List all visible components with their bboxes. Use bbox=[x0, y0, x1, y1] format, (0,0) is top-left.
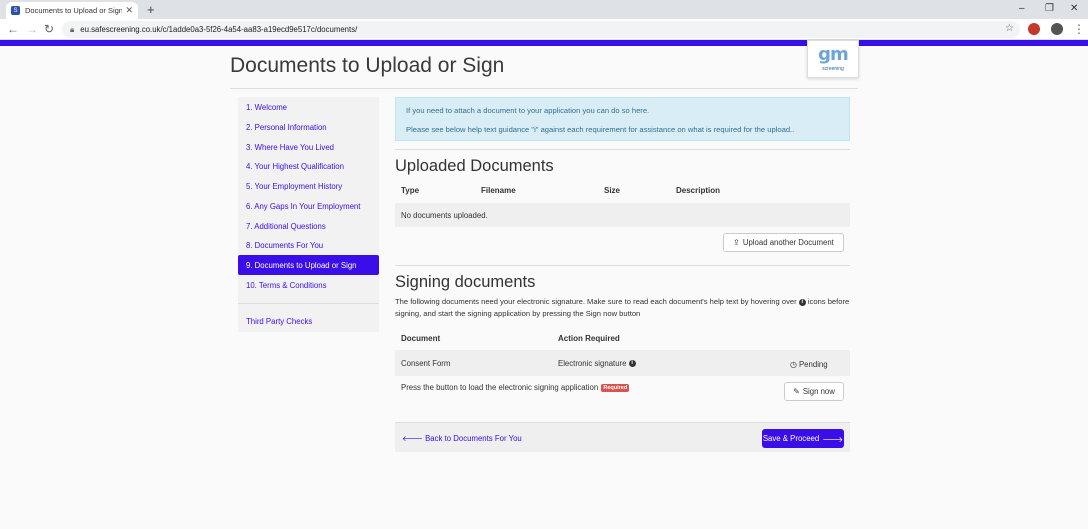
signing-description: The following documents need your electr… bbox=[395, 296, 850, 320]
column-header-document: Document bbox=[401, 334, 441, 343]
divider bbox=[395, 265, 850, 266]
edit-icon: ✎ bbox=[793, 387, 800, 396]
site-favicon-icon: S bbox=[11, 6, 20, 15]
required-badge: Required bbox=[601, 383, 630, 392]
browser-menu-icon[interactable]: ⋮ bbox=[1073, 22, 1085, 36]
save-proceed-label: Save & Proceed bbox=[762, 434, 820, 443]
logo-mark: gm bbox=[818, 44, 849, 65]
sidebar-item-employment-gaps[interactable]: 6. Any Gaps In Your Employment bbox=[238, 196, 379, 216]
save-and-proceed-button[interactable]: Save & Proceed 🡒 bbox=[762, 429, 844, 448]
url-field[interactable]: 🔒︎ eu.safescreening.co.uk/c/1adde0a3-5f2… bbox=[62, 21, 1020, 38]
sidebar-item-third-party-checks[interactable]: Third Party Checks bbox=[238, 311, 379, 331]
extension-icon[interactable] bbox=[1028, 23, 1040, 35]
logo-subtitle: screening bbox=[822, 66, 844, 72]
url-text: eu.safescreening.co.uk/c/1adde0a3-5f26-4… bbox=[80, 25, 358, 34]
sidebar-item-documents-for-you[interactable]: 8. Documents For You bbox=[238, 235, 379, 255]
sidebar-item-personal-information[interactable]: 2. Personal Information bbox=[238, 117, 379, 137]
status-badge: ◷ Pending bbox=[790, 360, 828, 369]
sidebar-item-terms-conditions[interactable]: 10. Terms & Conditions bbox=[238, 275, 379, 295]
arrow-right-icon: 🡒 bbox=[822, 434, 844, 444]
back-to-documents-link[interactable]: 🡐 Back to Documents For You bbox=[402, 433, 522, 443]
address-bar-row: ← → ↻ 🔒︎ eu.safescreening.co.uk/c/1adde0… bbox=[0, 19, 1088, 40]
sidebar-item-welcome[interactable]: 1. Welcome bbox=[238, 97, 379, 117]
info-line-1: If you need to attach a document to your… bbox=[406, 106, 650, 115]
column-header-description: Description bbox=[676, 186, 721, 195]
action-text: Electronic signature bbox=[558, 359, 627, 368]
column-header-size: Size bbox=[604, 186, 621, 195]
new-tab-icon[interactable]: + bbox=[147, 2, 155, 17]
sign-now-label: Sign now bbox=[802, 387, 835, 396]
column-header-filename: Filename bbox=[481, 186, 516, 195]
arrow-left-icon: 🡐 bbox=[402, 434, 423, 443]
sidebar-divider bbox=[238, 303, 379, 304]
restore-icon[interactable]: ❐ bbox=[1045, 3, 1054, 14]
signing-documents-title: Signing documents bbox=[395, 273, 536, 291]
empty-table-message: No documents uploaded. bbox=[401, 211, 488, 220]
action-required-cell: Electronic signature i bbox=[558, 359, 636, 368]
upload-another-document-button[interactable]: ⇪ Upload another Document bbox=[723, 233, 844, 252]
sign-now-button[interactable]: ✎ Sign now bbox=[784, 382, 844, 401]
upload-icon: ⇪ bbox=[733, 238, 740, 247]
divider bbox=[395, 149, 850, 150]
table-row: No documents uploaded. bbox=[395, 203, 850, 227]
column-header-type: Type bbox=[401, 186, 420, 195]
info-alert: If you need to attach a document to your… bbox=[395, 97, 850, 141]
page-title: Documents to Upload or Sign bbox=[230, 54, 505, 77]
sign-instruction-text: Press the button to load the electronic … bbox=[401, 383, 599, 392]
minimize-icon[interactable]: – bbox=[1019, 3, 1025, 14]
info-line-2: Please see below help text guidance "i" … bbox=[406, 125, 795, 134]
lock-icon: 🔒︎ bbox=[70, 24, 75, 34]
brand-bar bbox=[0, 40, 1088, 46]
info-icon: i bbox=[798, 298, 806, 306]
upload-button-label: Upload another Document bbox=[742, 238, 834, 247]
browser-tab[interactable]: S Documents to Upload or Sign - ✕ bbox=[6, 2, 138, 19]
status-text: Pending bbox=[798, 360, 828, 369]
bookmark-star-icon[interactable]: ☆ bbox=[1005, 23, 1014, 34]
close-tab-icon[interactable]: ✕ bbox=[125, 5, 133, 16]
forward-arrow-icon[interactable]: → bbox=[26, 22, 38, 36]
sidebar-item-employment-history[interactable]: 5. Your Employment History bbox=[238, 176, 379, 196]
profile-avatar-icon[interactable] bbox=[1051, 23, 1063, 35]
document-name: Consent Form bbox=[401, 359, 451, 368]
uploaded-documents-title: Uploaded Documents bbox=[395, 157, 554, 175]
title-divider bbox=[230, 88, 858, 89]
reload-icon[interactable]: ↻ bbox=[44, 22, 54, 36]
table-row: Consent Form Electronic signature i ◷ Pe… bbox=[395, 350, 850, 376]
signing-description-part-1: The following documents need your electr… bbox=[395, 297, 797, 306]
sidebar-item-documents-upload-sign[interactable]: 9. Documents to Upload or Sign bbox=[238, 255, 379, 275]
sidebar-item-where-have-you-lived[interactable]: 3. Where Have You Lived bbox=[238, 137, 379, 157]
info-icon[interactable]: i bbox=[628, 360, 636, 368]
column-header-action-required: Action Required bbox=[558, 334, 620, 343]
tab-title: Documents to Upload or Sign - bbox=[25, 6, 123, 15]
back-link-label: Back to Documents For You bbox=[425, 434, 522, 443]
back-arrow-icon[interactable]: ← bbox=[7, 22, 19, 36]
browser-tab-bar: S Documents to Upload or Sign - ✕ + – ❐ … bbox=[0, 0, 1088, 19]
sign-instruction: Press the button to load the electronic … bbox=[401, 383, 630, 392]
sidebar-item-highest-qualification[interactable]: 4. Your Highest Qualification bbox=[238, 156, 379, 176]
clock-icon: ◷ bbox=[790, 360, 797, 369]
window-close-icon[interactable]: ✕ bbox=[1070, 3, 1078, 14]
company-logo: gm screening bbox=[807, 40, 859, 78]
sidebar: 1. Welcome 2. Personal Information 3. Wh… bbox=[238, 97, 379, 332]
sidebar-item-additional-questions[interactable]: 7. Additional Questions bbox=[238, 216, 379, 236]
